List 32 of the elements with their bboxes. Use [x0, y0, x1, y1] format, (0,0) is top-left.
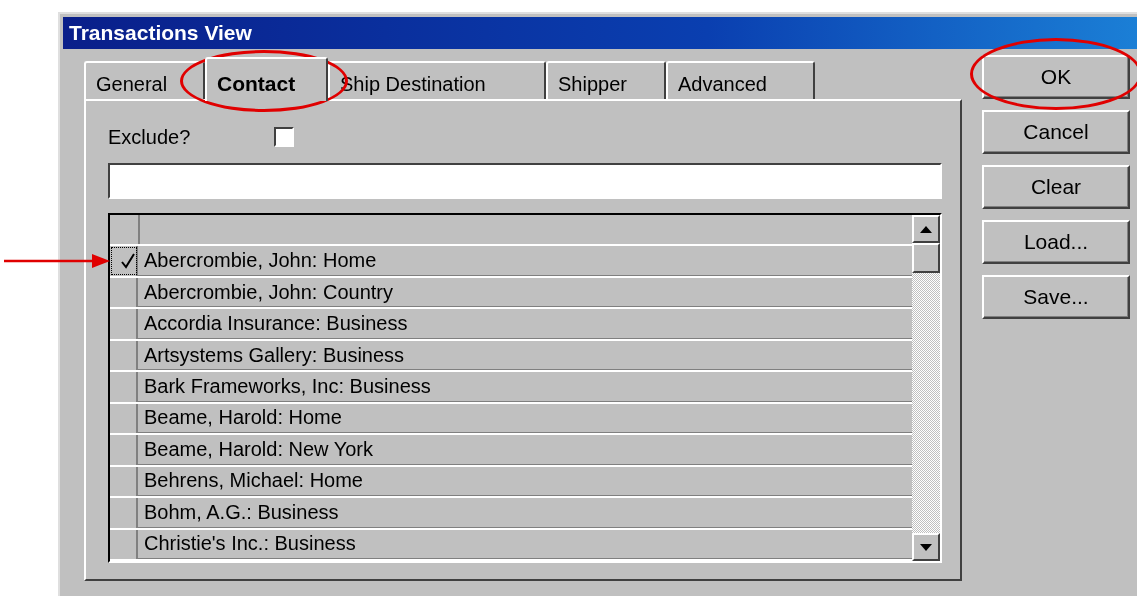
- down-arrow-icon: [920, 543, 932, 551]
- check-icon: [120, 253, 136, 270]
- exclude-checkbox[interactable]: [274, 127, 294, 147]
- arrow-icon: [4, 252, 110, 270]
- dialog-button[interactable]: Save...: [982, 275, 1130, 319]
- tab[interactable]: Shipper: [546, 61, 666, 99]
- contact-row[interactable]: Abercrombie, John: Country: [138, 277, 912, 308]
- contact-row[interactable]: Bohm, A.G.: Business: [138, 498, 912, 528]
- dialog-button[interactable]: OK: [982, 55, 1130, 99]
- dialog-button[interactable]: Load...: [982, 220, 1130, 264]
- dialog-button[interactable]: Cancel: [982, 110, 1130, 154]
- tab[interactable]: Advanced: [666, 61, 815, 99]
- contact-row[interactable]: Artsystems Gallery: Business: [138, 340, 912, 371]
- up-arrow-icon: [920, 225, 932, 233]
- scroll-up-button[interactable]: [912, 215, 940, 243]
- contact-row[interactable]: Behrens, Michael: Home: [138, 466, 912, 497]
- scroll-down-button[interactable]: [912, 533, 940, 561]
- scrollbar[interactable]: [912, 215, 940, 561]
- contact-row[interactable]: Accordia Insurance: Business: [138, 309, 912, 339]
- window-title: Transactions View: [63, 17, 1137, 49]
- dialog-button[interactable]: Clear: [982, 165, 1130, 209]
- contact-row[interactable]: Abercrombie, John: Home: [138, 246, 912, 276]
- contact-row[interactable]: Beame, Harold: Home: [138, 403, 912, 434]
- scroll-thumb[interactable]: [912, 243, 940, 273]
- tab[interactable]: General: [84, 61, 205, 99]
- contact-row[interactable]: Christie's Inc.: Business: [138, 529, 912, 559]
- contact-row[interactable]: Bark Frameworks, Inc: Business: [138, 372, 912, 402]
- input-field[interactable]: [108, 163, 942, 199]
- exclude-label: Exclude?: [108, 125, 192, 149]
- row-checkbox[interactable]: [110, 246, 138, 276]
- contact-row[interactable]: Beame, Harold: New York: [138, 435, 912, 465]
- tab[interactable]: Contact: [205, 57, 328, 101]
